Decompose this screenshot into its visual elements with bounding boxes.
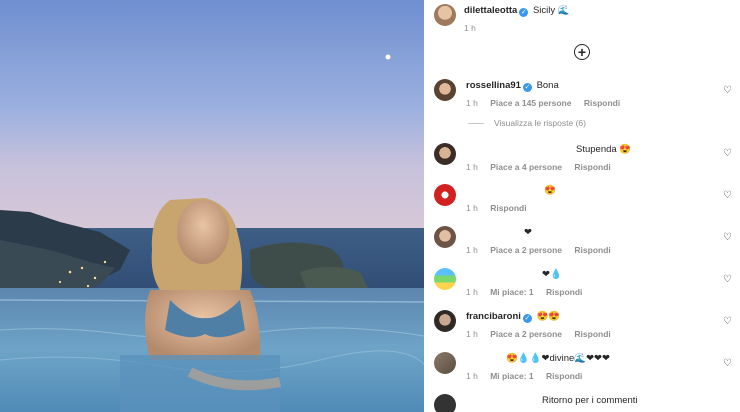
post-photo xyxy=(0,0,424,412)
view-replies-button[interactable]: Visualizza le risposte (6) xyxy=(468,118,586,128)
avatar[interactable] xyxy=(434,226,456,248)
avatar[interactable] xyxy=(434,310,456,332)
post-caption-text: Sicily 🌊 xyxy=(532,5,570,16)
avatar[interactable] xyxy=(434,4,456,26)
verified-badge-icon: ✓ xyxy=(522,83,532,92)
comment-item: francibaroni ✓ 😍😍 1 h Piace a 2 persone R… xyxy=(434,310,734,341)
comment-text: 😍💧💧❤divine🌊❤❤❤ xyxy=(506,353,610,364)
comment-likes[interactable]: Piace a 4 persone xyxy=(490,162,562,172)
like-heart-icon[interactable]: ♡ xyxy=(723,358,732,369)
comment-time[interactable]: 1 h xyxy=(466,162,478,172)
view-replies-label: Visualizza le risposte (6) xyxy=(494,118,586,128)
post-username[interactable]: dilettaleotta xyxy=(464,5,517,16)
comment-text: ❤ xyxy=(524,227,532,238)
pool-photo-image xyxy=(0,0,424,412)
verified-badge-icon: ✓ xyxy=(522,314,532,323)
like-heart-icon[interactable]: ♡ xyxy=(723,190,732,201)
reply-button[interactable]: Rispondi xyxy=(490,203,526,213)
reply-button[interactable]: Rispondi xyxy=(574,162,610,172)
comment-likes[interactable]: Mi piace: 1 xyxy=(490,371,533,381)
post-time: 1 h xyxy=(464,23,476,33)
reply-button[interactable]: Rispondi xyxy=(584,98,620,108)
comment-time[interactable]: 1 h xyxy=(466,245,478,255)
reply-button[interactable]: Rispondi xyxy=(546,371,582,381)
like-heart-icon[interactable]: ♡ xyxy=(723,316,732,327)
comments-panel: dilettaleotta ✓ Sicily 🌊 1 h + rossellina… xyxy=(424,0,740,412)
comment-text: 😍😍 xyxy=(536,311,561,322)
avatar[interactable] xyxy=(434,352,456,374)
post-caption: dilettaleotta ✓ Sicily 🌊 1 h xyxy=(434,4,570,35)
comment-time[interactable]: 1 h xyxy=(466,329,478,339)
comment-text: 😍 xyxy=(544,185,556,196)
comment-likes[interactable]: Mi piace: 1 xyxy=(490,287,533,297)
comment-item: 😍💧💧❤divine🌊❤❤❤ 1 h Mi piace: 1 Rispondi xyxy=(434,352,734,383)
reply-button[interactable]: Rispondi xyxy=(574,245,610,255)
comment-time[interactable]: 1 h xyxy=(466,371,478,381)
comment-time[interactable]: 1 h xyxy=(466,98,478,108)
comment-text: ❤💧 xyxy=(542,269,562,280)
like-heart-icon[interactable]: ♡ xyxy=(723,274,732,285)
like-heart-icon[interactable]: ♡ xyxy=(723,85,732,96)
like-heart-icon[interactable]: ♡ xyxy=(723,232,732,243)
avatar[interactable] xyxy=(434,394,456,412)
replies-divider xyxy=(468,122,484,124)
verified-badge-icon: ✓ xyxy=(519,8,529,17)
comment-item: Stupenda 😍 1 h Piace a 4 persone Rispond… xyxy=(434,143,734,174)
reply-button[interactable]: Rispondi xyxy=(546,287,582,297)
like-heart-icon[interactable]: ♡ xyxy=(723,148,732,159)
footer-comment-text: Ritorno per i commenti xyxy=(542,395,638,406)
comment-item: 😍 1 h Rispondi xyxy=(434,184,734,215)
comment-text: Bona xyxy=(536,80,559,91)
comment-item: rossellina91 ✓ Bona 1 h Piace a 145 perso… xyxy=(434,79,734,110)
plus-circle-icon[interactable]: + xyxy=(574,44,590,60)
comment-time[interactable]: 1 h xyxy=(466,203,478,213)
comment-item: ❤ 1 h Piace a 2 persone Rispondi xyxy=(434,226,734,257)
comment-username[interactable]: francibaroni xyxy=(466,311,521,322)
comment-time[interactable]: 1 h xyxy=(466,287,478,297)
avatar[interactable] xyxy=(434,268,456,290)
comment-likes[interactable]: Piace a 2 persone xyxy=(490,329,562,339)
avatar[interactable] xyxy=(434,79,456,101)
avatar[interactable] xyxy=(434,184,456,206)
reply-button[interactable]: Rispondi xyxy=(574,329,610,339)
comment-likes[interactable]: Piace a 2 persone xyxy=(490,245,562,255)
avatar[interactable] xyxy=(434,143,456,165)
comment-username[interactable]: rossellina91 xyxy=(466,80,521,91)
comment-likes[interactable]: Piace a 145 persone xyxy=(490,98,571,108)
comment-item: ❤💧 1 h Mi piace: 1 Rispondi xyxy=(434,268,734,299)
comment-text: Stupenda 😍 xyxy=(576,144,632,155)
